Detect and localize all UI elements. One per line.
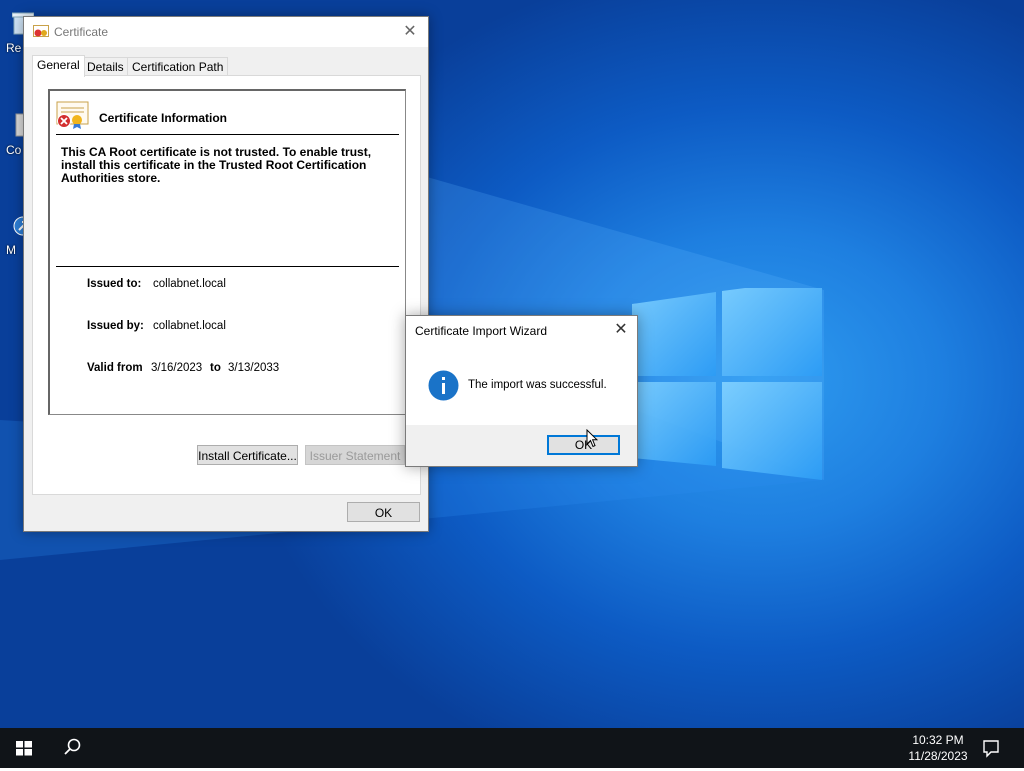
info-icon <box>428 370 459 401</box>
mouse-cursor-icon <box>586 429 598 448</box>
valid-to-label: to <box>210 362 221 374</box>
certificate-icon <box>33 25 49 37</box>
taskbar-clock[interactable]: 10:32 PM 11/28/2023 <box>900 732 976 764</box>
general-tab-panel: Certificate Information This CA Root cer… <box>32 75 421 495</box>
search-button[interactable] <box>48 728 96 768</box>
ok-button[interactable]: OK <box>347 502 420 522</box>
divider <box>56 134 399 135</box>
divider <box>56 266 399 267</box>
start-button[interactable] <box>0 728 48 768</box>
dialog-footer: OK <box>406 425 637 466</box>
notification-icon <box>983 740 999 758</box>
window-title: Certificate <box>54 25 109 39</box>
desktop-icon-label: M <box>6 243 16 257</box>
issued-to-label: Issued to: <box>87 278 142 290</box>
certificate-window: Certificate ✕ General Details Certificat… <box>23 16 429 532</box>
clock-date: 11/28/2023 <box>908 749 968 763</box>
certificate-info-box: Certificate Information This CA Root cer… <box>48 89 406 415</box>
desktop-icon-label: Co <box>6 143 22 157</box>
close-icon[interactable]: ✕ <box>611 320 631 340</box>
dialog-message: The import was successful. <box>468 379 607 391</box>
tab-details[interactable]: Details <box>82 57 129 76</box>
valid-from-label: Valid from <box>87 362 143 374</box>
dialog-ok-button[interactable]: OK <box>547 435 620 455</box>
valid-to-row: to <box>210 362 221 374</box>
desktop-icon-label: Re <box>6 41 22 55</box>
trust-warning-text: This CA Root certificate is not trusted.… <box>61 145 372 185</box>
windows-logo <box>632 288 822 480</box>
tab-general[interactable]: General <box>32 55 85 77</box>
issued-to-value: collabnet.local <box>153 278 226 290</box>
tab-certification-path[interactable]: Certification Path <box>127 57 229 76</box>
issued-by-value: collabnet.local <box>153 320 226 332</box>
dialog-title: Certificate Import Wizard <box>415 324 548 338</box>
install-certificate-button[interactable]: Install Certificate... <box>197 445 298 465</box>
valid-from-value: 3/16/2023 <box>151 362 203 374</box>
issued-by-label: Issued by: <box>87 320 144 332</box>
clock-time: 10:32 PM <box>912 733 964 747</box>
import-wizard-dialog: Certificate Import Wizard ✕ The import w… <box>405 315 638 467</box>
issuer-statement-button[interactable]: Issuer Statement <box>305 445 405 465</box>
info-title: Certificate Information <box>99 111 228 125</box>
taskbar: 10:32 PM 11/28/2023 <box>0 728 1024 768</box>
issued-to-row: Issued to: <box>87 278 141 290</box>
close-icon[interactable]: ✕ <box>400 22 420 42</box>
valid-from-row: Valid from <box>87 362 143 374</box>
issued-by-row: Issued by: <box>87 320 144 332</box>
search-icon <box>64 738 81 755</box>
certificate-titlebar[interactable]: Certificate ✕ <box>24 17 428 47</box>
windows-start-icon <box>16 741 32 756</box>
notification-center-button[interactable] <box>976 728 1006 768</box>
certificate-error-icon <box>56 101 89 129</box>
valid-to-value: 3/13/2033 <box>228 362 280 374</box>
